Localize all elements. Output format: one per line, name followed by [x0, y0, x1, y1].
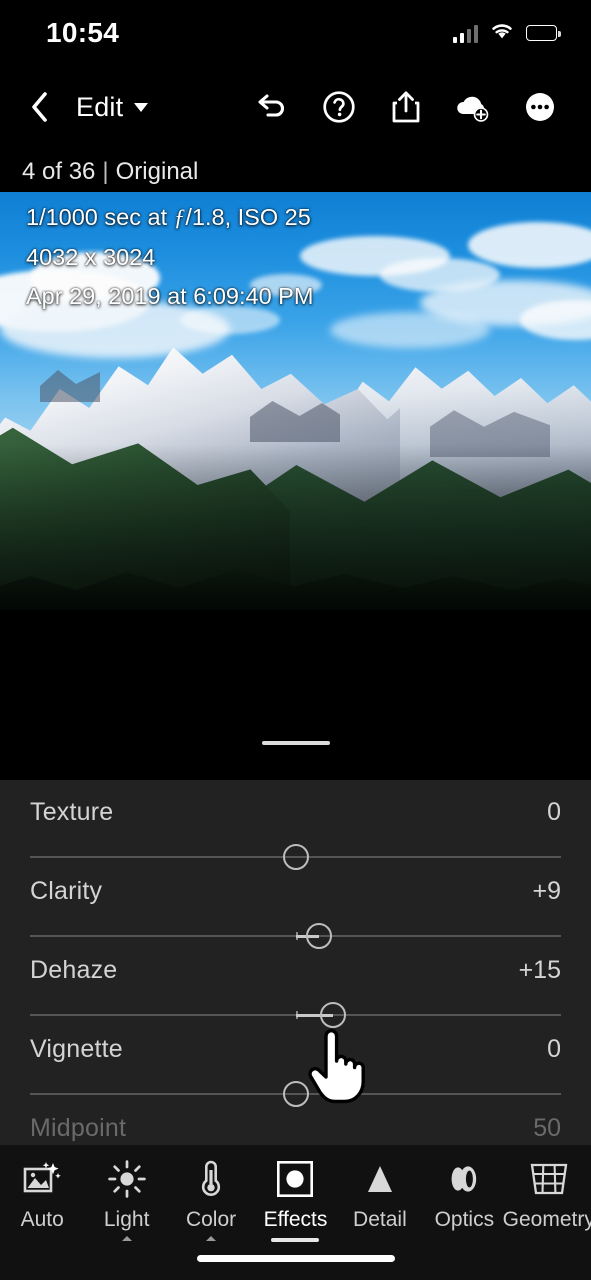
- photo-metadata-overlay: 1/1000 sec at ƒ/1.8, ISO 25 4032 x 3024 …: [26, 198, 313, 316]
- photo-version-label: Original: [115, 158, 199, 185]
- tab-auto[interactable]: Auto: [0, 1159, 84, 1232]
- add-to-cloud-button[interactable]: [439, 79, 506, 135]
- photo-counter-bar: 4 of 36 | Original: [0, 148, 591, 196]
- effects-frame-icon: [276, 1159, 314, 1199]
- mountain-landscape-photo: 1/1000 sec at ƒ/1.8, ISO 25 4032 x 3024 …: [0, 192, 591, 651]
- slider-label: Dehaze: [30, 956, 118, 984]
- tab-label: Geometry: [502, 1208, 591, 1231]
- home-indicator-bar[interactable]: [196, 1255, 395, 1262]
- camera-lens-icon: [444, 1159, 484, 1199]
- battery-icon: [526, 25, 561, 41]
- back-button[interactable]: [22, 87, 56, 127]
- tab-label: Auto: [20, 1208, 64, 1231]
- slider-row-clarity[interactable]: Clarity +9: [0, 859, 591, 949]
- panel-drag-handle[interactable]: [0, 651, 591, 780]
- help-button[interactable]: [305, 79, 372, 135]
- tab-label: Color: [185, 1208, 237, 1231]
- tab-detail[interactable]: Detail: [338, 1159, 422, 1232]
- slider-value: 50: [533, 1114, 561, 1142]
- slider-label: Vignette: [30, 1035, 123, 1063]
- tab-effects[interactable]: Effects: [253, 1159, 337, 1242]
- question-circle-icon: [322, 91, 355, 123]
- cloud-plus-icon: [456, 96, 488, 122]
- photo-counter: 4 of 36: [22, 158, 96, 185]
- triangle-detail-icon: [362, 1159, 398, 1199]
- slider-row-texture[interactable]: Texture 0: [0, 780, 591, 870]
- slider-value: 0: [547, 798, 561, 826]
- slider-row-vignette[interactable]: Vignette 0: [0, 1017, 591, 1107]
- more-options-button[interactable]: [506, 79, 573, 135]
- slider-value: +9: [532, 877, 561, 905]
- undo-button[interactable]: [238, 79, 305, 135]
- tab-light[interactable]: Light: [84, 1159, 168, 1241]
- ellipsis-circle-icon: [525, 93, 554, 121]
- slider-label: Clarity: [30, 877, 103, 905]
- tab-optics[interactable]: Optics: [422, 1159, 506, 1232]
- slider-row-dehaze[interactable]: Dehaze +15: [0, 938, 591, 1028]
- dimensions-info: 4032 x 3024: [26, 244, 156, 270]
- share-export-icon: [392, 91, 419, 123]
- exposure-info: 1/1000 sec at ƒ/1.8, ISO 25: [26, 204, 311, 231]
- active-tab-indicator: [271, 1238, 320, 1242]
- status-bar: 10:54: [0, 0, 591, 66]
- slider-value: +15: [518, 956, 561, 984]
- capture-date-info: Apr 29, 2019 at 6:09:40 PM: [26, 283, 314, 309]
- page-title: Edit: [76, 91, 124, 122]
- slider-label: Midpoint: [30, 1114, 127, 1142]
- tab-color[interactable]: Color: [169, 1159, 253, 1241]
- tab-label: Detail: [353, 1208, 407, 1231]
- effects-slider-panel: Texture 0 Clarity +9 Dehaze +15 Vignette 0 Midpo…: [0, 780, 591, 1145]
- edit-header: Edit: [0, 66, 591, 148]
- submenu-indicator-icon: [121, 1236, 132, 1241]
- undo-arrow-icon: [257, 94, 284, 117]
- tab-label: Effects: [263, 1208, 328, 1231]
- counter-separator: |: [102, 158, 109, 185]
- chevron-left-icon: [32, 92, 47, 122]
- chevron-down-icon: [134, 102, 149, 112]
- lightroom-edit-screen: 10:54 Edit 4 of 36 | Original 1/1000 sec…: [0, 0, 591, 1280]
- wifi-icon: [489, 21, 515, 45]
- drag-handle-bar: [261, 741, 330, 745]
- slider-row-midpoint[interactable]: Midpoint 50: [0, 1096, 591, 1145]
- slider-label: Texture: [30, 798, 114, 826]
- edit-mode-dropdown[interactable]: Edit: [76, 91, 149, 123]
- share-button[interactable]: [372, 79, 439, 135]
- sun-icon: [107, 1159, 146, 1199]
- perspective-grid-icon: [529, 1159, 569, 1199]
- photo-preview[interactable]: 1/1000 sec at ƒ/1.8, ISO 25 4032 x 3024 …: [0, 192, 591, 651]
- submenu-indicator-icon: [206, 1236, 217, 1241]
- tab-geometry[interactable]: Geometry: [503, 1159, 591, 1232]
- signal-bars-icon: [452, 24, 478, 43]
- thermometer-icon: [198, 1159, 224, 1199]
- status-indicators: [452, 21, 561, 45]
- auto-enhance-photo-icon: [22, 1159, 62, 1199]
- slider-value: 0: [547, 1035, 561, 1063]
- tab-label: Light: [103, 1208, 150, 1231]
- tab-label: Optics: [434, 1208, 495, 1231]
- status-time: 10:54: [46, 17, 120, 48]
